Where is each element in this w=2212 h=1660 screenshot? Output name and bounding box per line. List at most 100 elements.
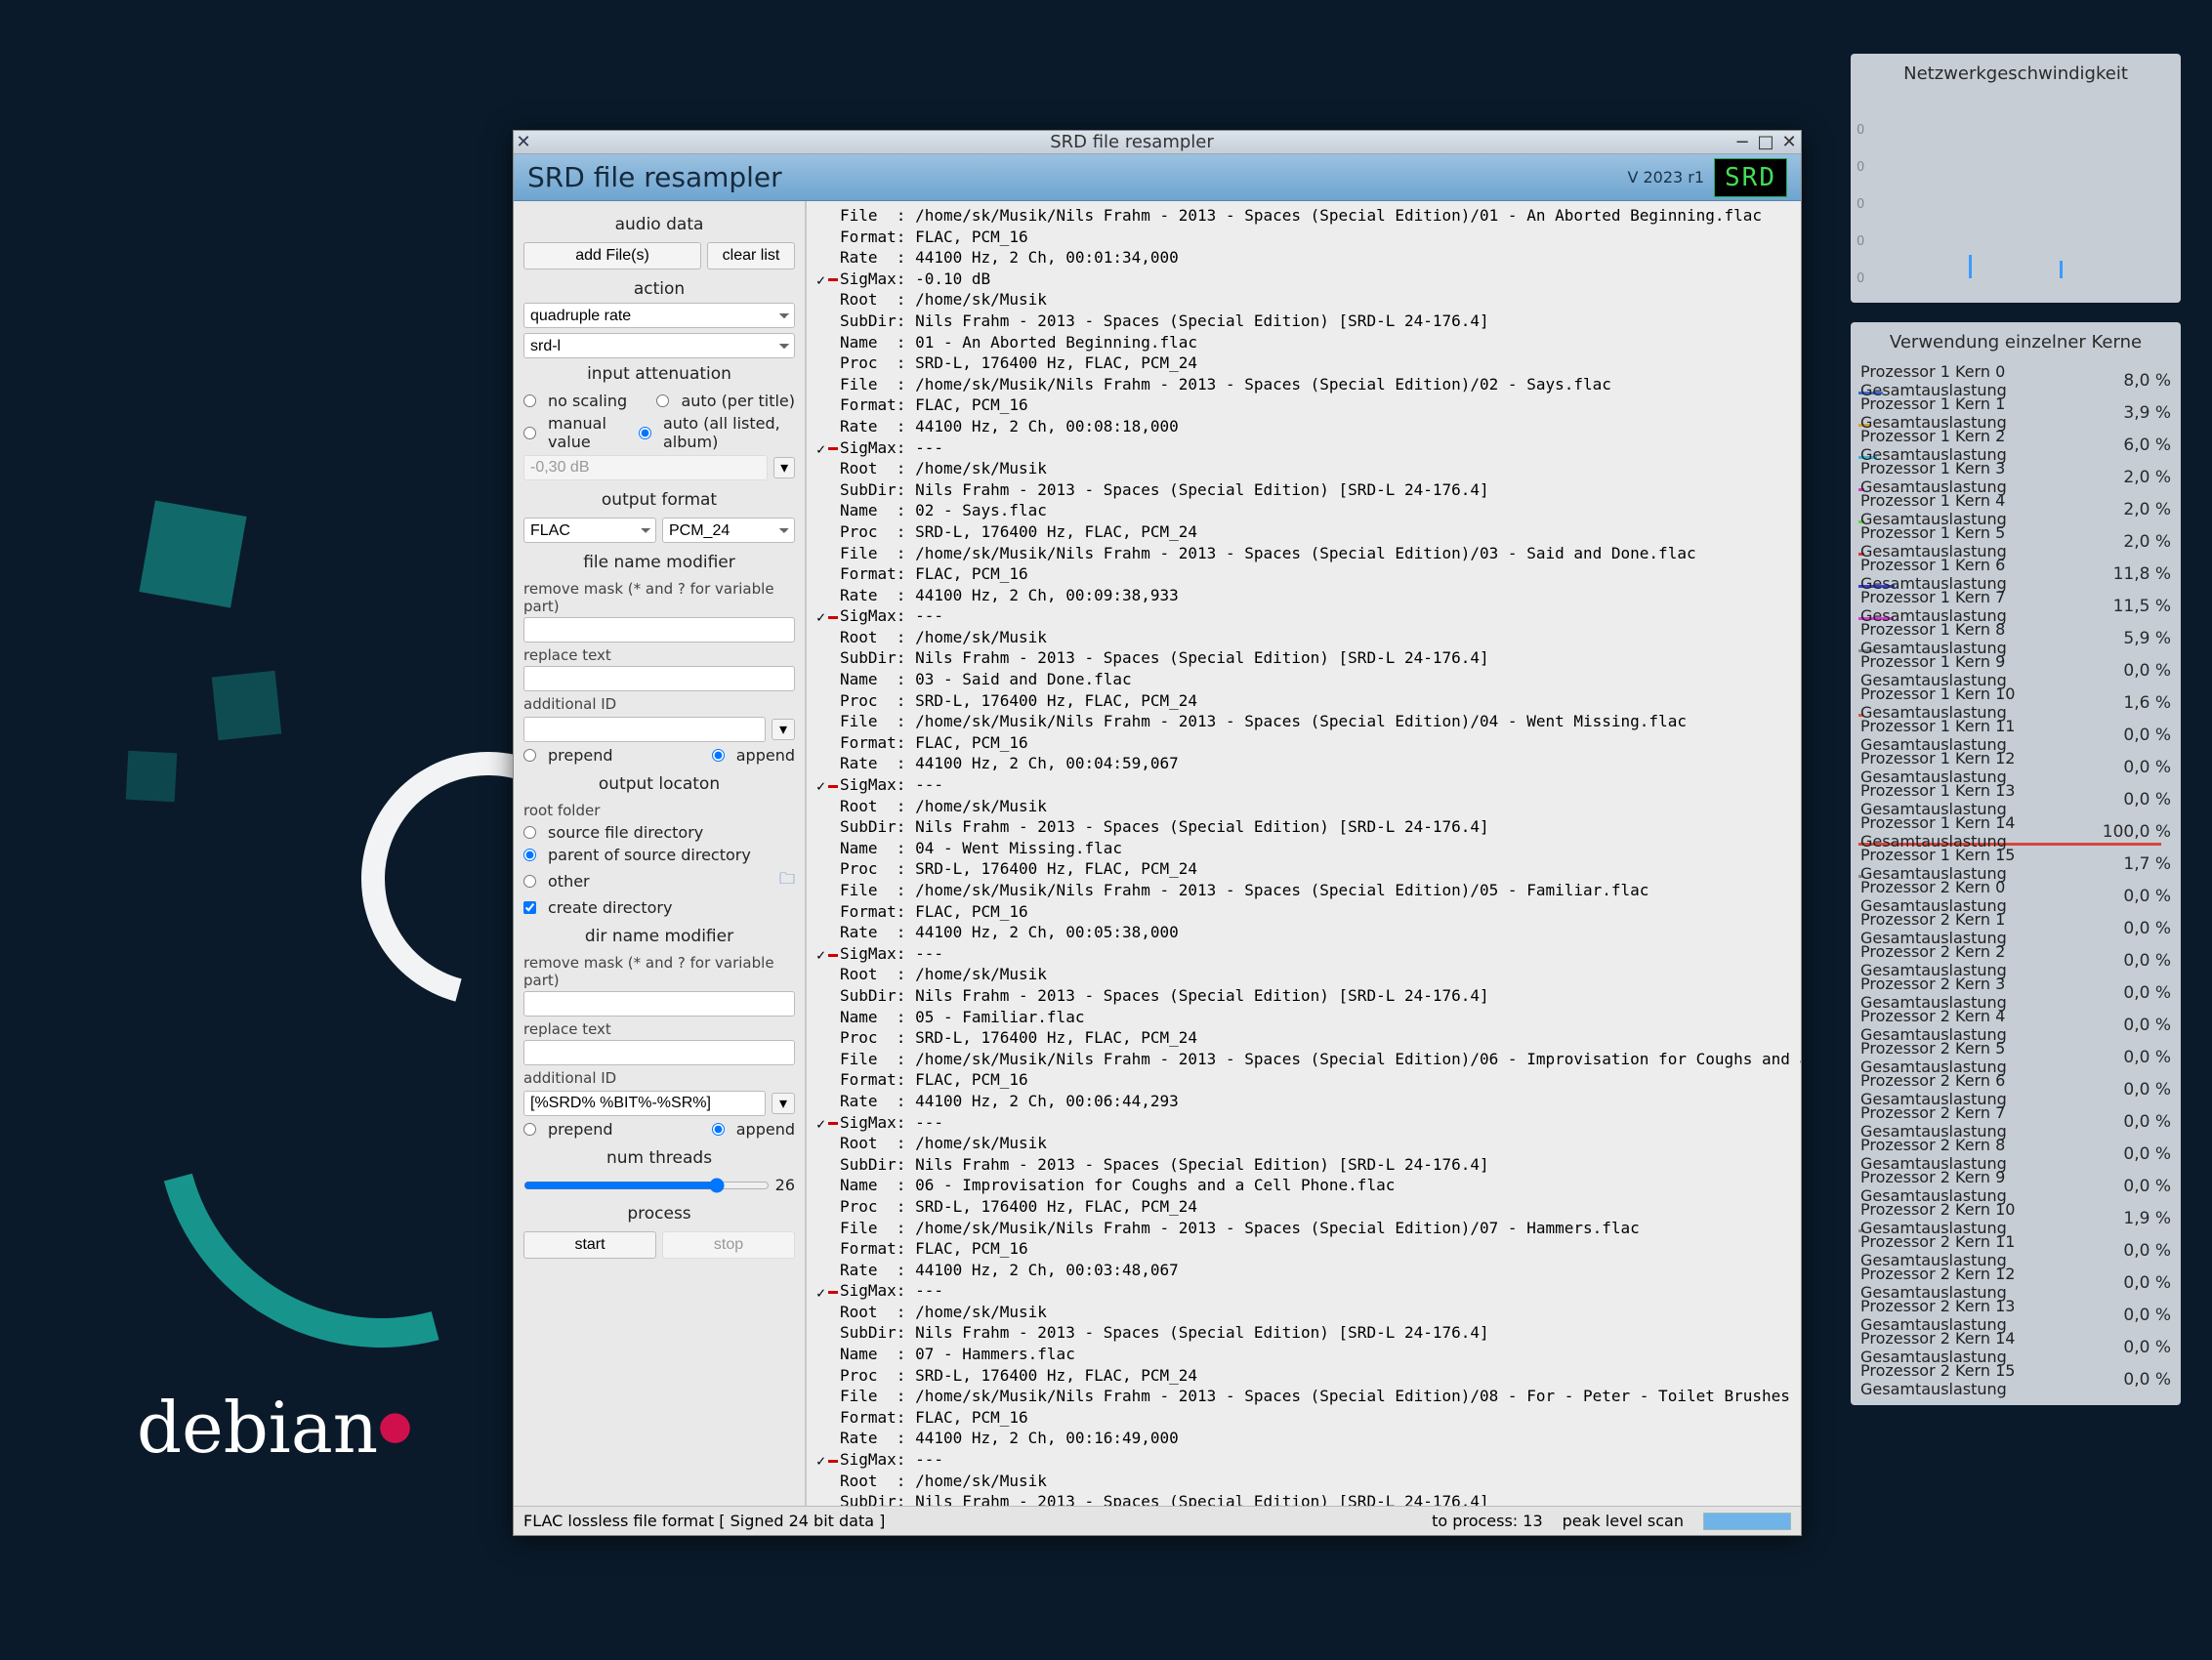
cpu-core-value: 100,0 %	[2103, 822, 2171, 842]
maximize-button[interactable]: □	[1754, 132, 1777, 152]
cpu-core-row: Prozessor 1 Kern 1 Gesamtauslastung3,9 %	[1851, 396, 2181, 429]
cpu-core-value: 0,0 %	[2123, 1338, 2171, 1357]
cpu-core-value: 0,0 %	[2123, 1273, 2171, 1293]
additional-id-dropdown[interactable]: ▾	[772, 719, 795, 740]
cpu-core-row: Prozessor 2 Kern 4 Gesamtauslastung0,0 %	[1851, 1009, 2181, 1041]
label-dnm-append: append	[736, 1120, 795, 1139]
label-loc-parent: parent of source directory	[548, 846, 751, 864]
settings-panel: audio data add File(s) clear list action…	[514, 201, 807, 1506]
input-dnm-remove-mask[interactable]	[523, 991, 795, 1017]
add-files-button[interactable]: add File(s)	[523, 242, 701, 270]
input-dnm-additional-id[interactable]	[523, 1091, 766, 1116]
cpu-core-value: 0,0 %	[2123, 758, 2171, 777]
section-process: process	[523, 1198, 795, 1227]
radio-auto-title[interactable]	[656, 394, 669, 407]
wallpaper-shape	[139, 500, 246, 607]
start-button[interactable]: start	[523, 1231, 656, 1259]
cpu-core-value: 0,0 %	[2123, 661, 2171, 681]
label-no-scaling: no scaling	[548, 392, 627, 410]
cpu-core-row: Prozessor 1 Kern 6 Gesamtauslastung11,8 …	[1851, 558, 2181, 590]
log-file-checkmark[interactable]: ✓	[809, 1283, 838, 1303]
label-dnm-remove-mask: remove mask (* and ? for variable part)	[523, 954, 795, 989]
bitdepth-select[interactable]: PCM_24	[662, 518, 795, 543]
cpu-core-row: Prozessor 2 Kern 13 Gesamtauslastung0,0 …	[1851, 1299, 2181, 1331]
cpu-core-row: Prozessor 1 Kern 12 Gesamtauslastung0,0 …	[1851, 751, 2181, 783]
algorithm-select[interactable]: srd-l	[523, 333, 795, 358]
attenuation-stepper[interactable]: ▾	[773, 457, 795, 478]
folder-browse-icon[interactable]: 🗀	[779, 868, 795, 894]
dnm-additional-id-dropdown[interactable]: ▾	[772, 1093, 795, 1114]
status-format: FLAC lossless file format [ Signed 24 bi…	[523, 1512, 885, 1530]
check-create-directory[interactable]	[523, 901, 536, 914]
cpu-core-value: 1,9 %	[2123, 1209, 2171, 1228]
cpu-core-row: Prozessor 2 Kern 10 Gesamtauslastung1,9 …	[1851, 1202, 2181, 1234]
format-select[interactable]: FLAC	[523, 518, 656, 543]
log-file-checkmark[interactable]: ✓	[809, 1451, 838, 1471]
cpu-core-row: Prozessor 2 Kern 6 Gesamtauslastung0,0 %	[1851, 1073, 2181, 1105]
log-file-checkmark[interactable]: ✓	[809, 607, 838, 627]
radio-fnm-prepend[interactable]	[523, 749, 536, 762]
input-dnm-replace-text[interactable]	[523, 1040, 795, 1065]
section-file-name-modifier: file name modifier	[523, 547, 795, 576]
cpu-core-value: 0,0 %	[2123, 951, 2171, 971]
log-file-checkmark[interactable]: ✓	[809, 439, 838, 459]
cpu-core-value: 3,9 %	[2123, 403, 2171, 423]
cpu-core-row: Prozessor 2 Kern 11 Gesamtauslastung0,0 …	[1851, 1234, 2181, 1266]
stop-button[interactable]: stop	[662, 1231, 795, 1259]
label-loc-other: other	[548, 872, 590, 891]
label-append: append	[736, 746, 795, 765]
titlebar[interactable]: ✕ SRD file resampler − □ ✕	[514, 131, 1801, 154]
input-remove-mask[interactable]	[523, 617, 795, 643]
radio-dnm-prepend[interactable]	[523, 1123, 536, 1136]
log-file-checkmark[interactable]: ✓	[809, 270, 838, 290]
cpu-core-value: 0,0 %	[2123, 1241, 2171, 1261]
cpu-core-row: Prozessor 1 Kern 15 Gesamtauslastung1,7 …	[1851, 848, 2181, 880]
cpu-core-label: Prozessor 2 Kern 15 Gesamtauslastung	[1860, 1361, 2123, 1398]
cpu-core-row: Prozessor 1 Kern 10 Gesamtauslastung1,6 …	[1851, 686, 2181, 719]
cpu-core-value: 0,0 %	[2123, 1177, 2171, 1196]
log-panel[interactable]: File : /home/sk/Musik/Nils Frahm - 2013 …	[807, 201, 1801, 1506]
radio-loc-other[interactable]	[523, 875, 536, 888]
radio-auto-album[interactable]	[639, 427, 651, 439]
log-file-checkmark[interactable]: ✓	[809, 776, 838, 796]
window-menu-icon[interactable]: ✕	[514, 132, 533, 152]
label-dnm-additional-id: additional ID	[523, 1069, 795, 1087]
cpu-core-row: Prozessor 2 Kern 5 Gesamtauslastung0,0 %	[1851, 1041, 2181, 1073]
label-auto-album: auto (all listed, album)	[663, 414, 795, 451]
cpu-core-value: 0,0 %	[2123, 790, 2171, 809]
close-button[interactable]: ✕	[1777, 132, 1801, 152]
cpu-core-row: Prozessor 2 Kern 7 Gesamtauslastung0,0 %	[1851, 1105, 2181, 1138]
radio-fnm-append[interactable]	[712, 749, 725, 762]
cpu-cores-widget: Verwendung einzelner Kerne Prozessor 1 K…	[1851, 322, 2181, 1405]
input-replace-text[interactable]	[523, 666, 795, 691]
log-file-checkmark[interactable]: ✓	[809, 1114, 838, 1134]
threads-slider[interactable]	[523, 1178, 770, 1193]
label-create-directory: create directory	[548, 898, 672, 917]
cpu-core-row: Prozessor 2 Kern 15 Gesamtauslastung0,0 …	[1851, 1363, 2181, 1395]
cpu-core-value: 6,0 %	[2123, 436, 2171, 455]
action-select[interactable]: quadruple rate	[523, 303, 795, 328]
log-text: File : /home/sk/Musik/Nils Frahm - 2013 …	[807, 201, 1801, 1506]
input-additional-id[interactable]	[523, 717, 766, 742]
section-audio-data: audio data	[523, 209, 795, 238]
radio-dnm-append[interactable]	[712, 1123, 725, 1136]
section-input-attenuation: input attenuation	[523, 358, 795, 388]
section-output-format: output format	[523, 484, 795, 514]
radio-no-scaling[interactable]	[523, 394, 536, 407]
window-title: SRD file resampler	[533, 132, 1731, 152]
cpu-core-value: 0,0 %	[2123, 1370, 2171, 1390]
cpu-core-value: 8,0 %	[2123, 371, 2171, 391]
radio-loc-source[interactable]	[523, 826, 536, 839]
radio-manual-value[interactable]	[523, 427, 536, 439]
minimize-button[interactable]: −	[1731, 132, 1754, 152]
cpu-core-value: 5,9 %	[2123, 629, 2171, 648]
radio-loc-parent[interactable]	[523, 849, 536, 861]
clear-list-button[interactable]: clear list	[707, 242, 795, 270]
status-peak-scan: peak level scan	[1563, 1512, 1684, 1530]
label-auto-title: auto (per title)	[681, 392, 795, 410]
log-file-checkmark[interactable]: ✓	[809, 945, 838, 965]
network-axis: 00000	[1857, 112, 1864, 298]
cpu-core-row: Prozessor 1 Kern 13 Gesamtauslastung0,0 …	[1851, 783, 2181, 815]
cpu-core-row: Prozessor 1 Kern 11 Gesamtauslastung0,0 …	[1851, 719, 2181, 751]
label-dnm-replace-text: replace text	[523, 1020, 795, 1038]
